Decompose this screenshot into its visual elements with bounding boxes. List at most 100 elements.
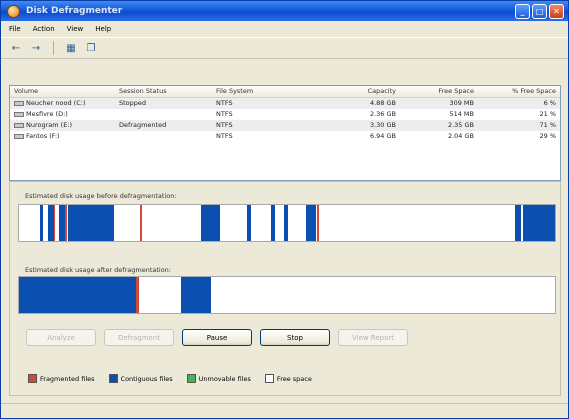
cell-text: 6 % (543, 99, 556, 107)
fragmented-segment (139, 205, 142, 241)
cell-text: Neucher nood (C:) (26, 99, 86, 107)
action-buttons: Analyze Defragment Pause Stop View Repor… (26, 329, 408, 346)
cell-capacity: 4.88 GB (330, 98, 400, 109)
window-title: Disk Defragmenter (26, 6, 123, 16)
table-row[interactable]: Mesfivre (D:) NTFS 2.36 GB 514 MB 21 % (10, 109, 560, 120)
cell-text: 514 MB (449, 110, 474, 118)
legend-unmovable-label: Unmovable files (198, 374, 251, 383)
col-capacity[interactable]: Capacity (330, 86, 400, 97)
drive-icon (14, 122, 24, 128)
cell-text: NTFS (216, 99, 233, 107)
menu-view[interactable]: View (67, 25, 84, 33)
cell-text: Mesfivre (D:) (26, 110, 68, 118)
app-icon (7, 4, 20, 18)
cell-text: NTFS (216, 110, 233, 118)
toolbar-separator (53, 41, 54, 55)
col-file-system[interactable]: File System (212, 86, 330, 97)
stop-button[interactable]: Stop (260, 329, 330, 346)
cell-free-space: 2.04 GB (400, 131, 478, 142)
contiguous-segment (68, 205, 115, 241)
maximize-button[interactable]: □ (532, 3, 547, 19)
drive-icon (14, 111, 24, 117)
legend-unmovable: Unmovable files (186, 374, 251, 383)
cell-text: NTFS (216, 132, 233, 140)
after-label: Estimated disk usage after defragmentati… (25, 266, 171, 274)
minimize-button[interactable]: _ (515, 3, 530, 19)
analyze-button[interactable]: Analyze (26, 329, 96, 346)
cell-text: 21 % (539, 110, 556, 118)
disk-usage-before-bar (18, 204, 556, 242)
menu-bar: File Action View Help (1, 21, 568, 38)
defragment-button[interactable]: Defragment (104, 329, 174, 346)
cell-volume: Mesfivre (D:) (10, 109, 115, 120)
close-button[interactable]: ✕ (549, 3, 564, 19)
cell-text: 4.88 GB (369, 99, 396, 107)
contiguous-segment (180, 277, 211, 313)
fragmented-segment (65, 205, 68, 241)
col-volume[interactable]: Volume (10, 86, 115, 97)
fragmented-swatch (28, 374, 37, 383)
cell-free-space: 2.35 GB (400, 120, 478, 131)
cell-percent-free: 29 % (478, 131, 560, 142)
disk-usage-after-bar (18, 276, 556, 314)
cell-capacity: 6.94 GB (330, 131, 400, 142)
menu-help[interactable]: Help (95, 25, 111, 33)
legend-contiguous: Contiguous files (108, 374, 173, 383)
contiguous-segment (270, 205, 275, 241)
view-report-button[interactable]: View Report (338, 329, 408, 346)
pause-button[interactable]: Pause (182, 329, 252, 346)
legend-free: Free space (264, 374, 312, 383)
cell-free-space: 514 MB (400, 109, 478, 120)
fragmented-segment (135, 277, 140, 313)
cell-text: Fantos (F:) (26, 132, 60, 140)
cell-text: Defragmented (119, 121, 167, 129)
table-header: Volume Session Status File System Capaci… (10, 86, 560, 98)
cell-text: 2.36 GB (369, 110, 396, 118)
cell-text: 2.04 GB (447, 132, 474, 140)
contiguous-segment (246, 205, 251, 241)
cell-session-status (115, 109, 212, 120)
contiguous-segment (284, 205, 289, 241)
col-free-space[interactable]: Free Space (400, 86, 478, 97)
col-percent-free[interactable]: % Free Space (478, 86, 560, 97)
fragmented-segment (317, 205, 320, 241)
cell-text: 3.30 GB (369, 121, 396, 129)
back-arrow-icon[interactable]: ← (9, 41, 23, 55)
drive-icon (14, 133, 24, 139)
cell-session-status (115, 131, 212, 142)
cell-text: 29 % (539, 132, 556, 140)
cell-text: NTFS (216, 121, 233, 129)
cell-text: Nurogram (E:) (26, 121, 73, 129)
legend-fragmented-label: Fragmented files (40, 374, 95, 383)
menu-action[interactable]: Action (33, 25, 55, 33)
volume-table: Volume Session Status File System Capaci… (9, 85, 561, 181)
menu-file[interactable]: File (9, 25, 21, 33)
cell-capacity: 3.30 GB (330, 120, 400, 131)
table-row[interactable]: Nurogram (E:) Defragmented NTFS 3.30 GB 2.35… (10, 120, 560, 131)
cell-file-system: NTFS (212, 131, 330, 142)
drive-icon (14, 100, 24, 106)
properties-icon[interactable]: ❐ (84, 41, 98, 55)
title-bar[interactable]: Disk Defragmenter _ □ ✕ (1, 1, 568, 21)
forward-arrow-icon[interactable]: → (29, 41, 43, 55)
contiguous-segment (305, 205, 317, 241)
cell-file-system: NTFS (212, 120, 330, 131)
cell-text: 71 % (539, 121, 556, 129)
cell-volume: Nurogram (E:) (10, 120, 115, 131)
legend-contiguous-label: Contiguous files (120, 374, 173, 383)
cell-file-system: NTFS (212, 109, 330, 120)
cell-capacity: 2.36 GB (330, 109, 400, 120)
cell-file-system: NTFS (212, 98, 330, 109)
col-session-status[interactable]: Session Status (115, 86, 212, 97)
cell-percent-free: 21 % (478, 109, 560, 120)
table-row[interactable]: Neucher nood (C:) Stopped NTFS 4.88 GB 309 M… (10, 98, 560, 109)
unmovable-swatch (186, 374, 196, 383)
cell-text: Stopped (119, 99, 147, 107)
cell-volume: Neucher nood (C:) (10, 98, 115, 109)
table-row[interactable]: Fantos (F:) NTFS 6.94 GB 2.04 GB 29 % (10, 131, 560, 142)
contiguous-segment (522, 205, 555, 241)
cell-percent-free: 71 % (478, 120, 560, 131)
show-hide-tree-icon[interactable]: ▦ (64, 41, 78, 55)
cell-session-status: Defragmented (115, 120, 212, 131)
before-label: Estimated disk usage before defragmentat… (25, 192, 177, 200)
